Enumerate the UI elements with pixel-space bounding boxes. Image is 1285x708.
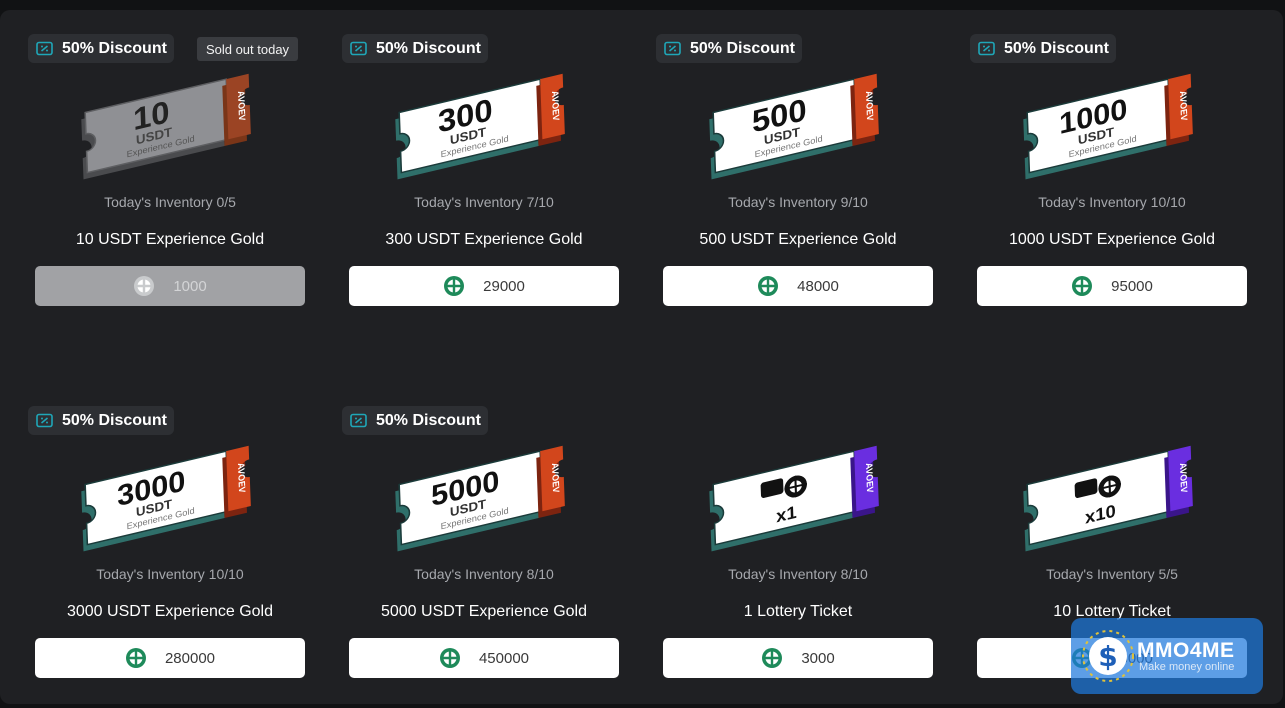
inventory-text: Today's Inventory 9/10 — [728, 194, 868, 210]
inventory-text: Today's Inventory 0/5 — [104, 194, 236, 210]
inventory-text: Today's Inventory 8/10 — [728, 566, 868, 582]
price-label: 48000 — [797, 277, 839, 295]
product-title: 3000 USDT Experience Gold — [66, 603, 274, 620]
lottery-ticket-image: AVOEV x1 — [709, 445, 879, 552]
product-card-5000-usdt: 50% Discount AVOEV 5000 USDT Experience … — [314, 382, 628, 682]
mmo4me-watermark: $ MMO4ME Make money online — [1071, 618, 1263, 694]
product-card-300-usdt: 50% Discount AVOEV 300 USDT Experience G… — [314, 10, 628, 310]
stub-brand: AVOEV — [864, 462, 875, 494]
buy-button[interactable]: 280000 — [35, 638, 305, 678]
discount-label: 50% Discount — [690, 39, 795, 57]
coin-icon — [1072, 276, 1093, 296]
buy-button[interactable]: 3000 — [663, 638, 933, 678]
product-title: 300 USDT Experience Gold — [385, 231, 583, 248]
coin-icon — [125, 648, 146, 668]
discount-badge: 50% Discount — [656, 34, 802, 63]
coupon-icon — [978, 41, 995, 56]
buy-button[interactable]: 450000 — [349, 638, 619, 678]
buy-button[interactable]: 1000 — [35, 266, 305, 306]
coin-icon — [439, 648, 460, 668]
price-label: 1000 — [173, 277, 207, 295]
coin-icon — [762, 648, 783, 668]
discount-badge: 50% Discount — [28, 34, 174, 63]
discount-badge: 50% Discount — [342, 34, 488, 63]
product-title: 1000 USDT Experience Gold — [1008, 231, 1216, 248]
coupon-icon — [350, 41, 367, 56]
coupon-icon — [36, 413, 53, 428]
product-card-3000-usdt: 50% Discount AVOEV 3000 USDT Experience … — [0, 382, 314, 682]
coin-icon — [134, 276, 155, 296]
product-card-10-usdt: 50% Discount Sold out today AVOEV 10 USD… — [0, 10, 314, 310]
stub-brand: AVOEV — [1178, 90, 1189, 122]
stub-brand: AVOEV — [550, 462, 561, 494]
discount-label: 50% Discount — [1004, 39, 1109, 57]
price-label: 3000 — [801, 649, 835, 667]
inventory-text: Today's Inventory 10/10 — [96, 566, 244, 582]
buy-button[interactable]: 48000 — [663, 266, 933, 306]
usdt-ticket-image: AVOEV 500 USDT Experience Gold — [709, 73, 879, 180]
watermark-subtitle: Make money online — [1139, 661, 1235, 673]
usdt-ticket-image: AVOEV 300 USDT Experience Gold — [395, 73, 565, 180]
coin-icon — [758, 276, 779, 296]
coin-icon — [444, 276, 465, 296]
inventory-text: Today's Inventory 5/5 — [1046, 566, 1178, 582]
usdt-ticket-image: AVOEV 5000 USDT Experience Gold — [395, 445, 565, 552]
stub-brand: AVOEV — [864, 90, 875, 122]
svg-text:$: $ — [1098, 640, 1117, 673]
coupon-icon — [36, 41, 53, 56]
coupon-icon — [350, 413, 367, 428]
discount-badge: 50% Discount — [28, 406, 174, 435]
product-card-500-usdt: 50% Discount AVOEV 500 USDT Experience G… — [628, 10, 942, 310]
usdt-ticket-image: AVOEV 10 USDT Experience Gold — [81, 73, 251, 180]
discount-badge: 50% Discount — [970, 34, 1116, 63]
watermark-title: MMO4ME — [1137, 639, 1235, 662]
inventory-text: Today's Inventory 7/10 — [414, 194, 554, 210]
usdt-ticket-image: AVOEV 1000 USDT Experience Gold — [1023, 73, 1193, 180]
shop-panel: 50% Discount Sold out today AVOEV 10 USD… — [0, 10, 1283, 704]
coupon-icon — [664, 41, 681, 56]
price-label: 95000 — [1111, 277, 1153, 295]
stub-brand: AVOEV — [236, 462, 247, 494]
lottery-ticket-image: AVOEV x10 — [1023, 445, 1193, 552]
price-label: 29000 — [483, 277, 525, 295]
stub-brand: AVOEV — [550, 90, 561, 122]
inventory-text: Today's Inventory 10/10 — [1038, 194, 1186, 210]
usdt-ticket-image: AVOEV 3000 USDT Experience Gold — [81, 445, 251, 552]
discount-label: 50% Discount — [62, 411, 167, 429]
buy-button[interactable]: 95000 — [977, 266, 1247, 306]
inventory-text: Today's Inventory 8/10 — [414, 566, 554, 582]
product-card-1000-usdt: 50% Discount AVOEV 1000 USDT Experience … — [942, 10, 1256, 310]
product-title: 10 USDT Experience Gold — [75, 231, 265, 248]
product-title: 1 Lottery Ticket — [743, 603, 853, 620]
price-label: 450000 — [478, 649, 530, 667]
stub-brand: AVOEV — [1178, 462, 1189, 494]
price-label: 280000 — [164, 649, 216, 667]
product-title: 5000 USDT Experience Gold — [380, 603, 588, 620]
product-card-1-lottery: AVOEV x1 Today's Inventory 8/10 1 Lotter… — [628, 382, 942, 682]
buy-button[interactable]: 29000 — [349, 266, 619, 306]
product-title: 500 USDT Experience Gold — [699, 231, 897, 248]
discount-label: 50% Discount — [376, 411, 481, 429]
sold-out-tag: Sold out today — [197, 37, 298, 61]
discount-badge: 50% Discount — [342, 406, 488, 435]
stub-brand: AVOEV — [236, 90, 247, 122]
discount-label: 50% Discount — [62, 39, 167, 57]
discount-label: 50% Discount — [376, 39, 481, 57]
dollar-logo-icon: $ — [1082, 630, 1134, 682]
